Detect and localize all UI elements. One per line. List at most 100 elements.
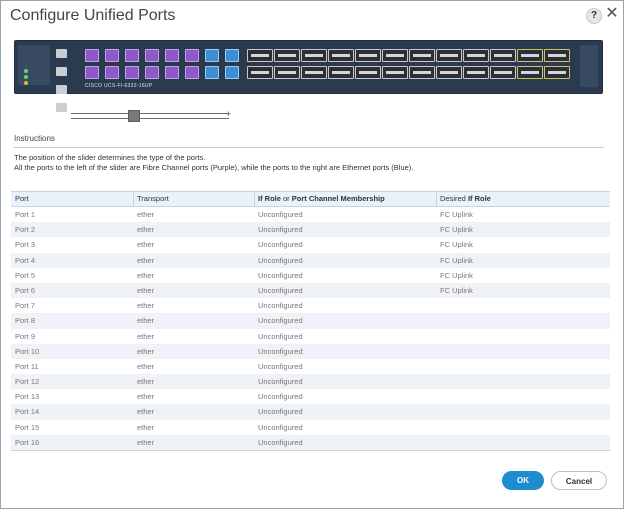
cell-transport: ether — [137, 407, 155, 417]
ethernet-port-icon — [382, 49, 408, 62]
table-row[interactable]: Port 1 ether Unconfigured FC Uplink — [11, 207, 610, 222]
mgmt-port-icon — [56, 103, 67, 112]
switch-port-icon — [145, 49, 159, 62]
ethernet-port-icon — [490, 66, 516, 79]
close-icon[interactable]: ✕ — [604, 5, 620, 23]
cell-port: Port 4 — [15, 255, 36, 265]
table-row[interactable]: Port 2 ether Unconfigured FC Uplink — [11, 222, 610, 238]
table-row[interactable]: Port 4 ether Unconfigured FC Uplink — [11, 252, 610, 268]
cell-role: Unconfigured — [258, 346, 303, 356]
table-row[interactable]: Port 6 ether Unconfigured FC Uplink — [11, 282, 610, 299]
cell-port: Port 12 — [15, 377, 40, 387]
instructions-heading: Instructions — [14, 134, 55, 143]
table-row[interactable]: Port 9 ether Unconfigured — [11, 329, 610, 344]
table-row[interactable]: Port 15 ether Unconfigured — [11, 420, 610, 435]
ethernet-port-icon — [274, 49, 300, 62]
header-desired-if-role[interactable]: Desired If Role — [436, 192, 491, 206]
table-row[interactable]: Port 11 ether Unconfigured — [11, 359, 610, 374]
cell-port: Port 15 — [15, 422, 40, 432]
status-led-icon — [24, 69, 28, 73]
cell-port: Port 2 — [15, 225, 36, 235]
ethernet-port-icon — [301, 49, 327, 62]
table-row[interactable]: Port 12 ether Unconfigured — [11, 374, 610, 390]
switch-model-label: CISCO UCS-FI-6332-16UP — [85, 83, 153, 89]
cell-transport: ether — [137, 255, 155, 265]
switch-port-icon — [105, 49, 119, 62]
cell-transport: ether — [137, 392, 155, 402]
instructions-line-2: All the ports to the left of the slider … — [14, 163, 414, 172]
configure-unified-ports-dialog: Configure Unified Ports ? ✕ CISCO UCS-FI… — [0, 0, 624, 509]
ethernet-port-icon — [436, 66, 462, 79]
table-row[interactable]: Port 3 ether Unconfigured FC Uplink — [11, 237, 610, 252]
cell-desired: FC Uplink — [440, 285, 473, 295]
title-bar: Configure Unified Ports ? ✕ — [1, 1, 623, 33]
switch-port-icon — [125, 49, 139, 62]
cell-desired: FC Uplink — [440, 210, 473, 219]
ports-table: Port Transport If Role or Port Channel M… — [11, 191, 610, 451]
divider — [14, 147, 604, 148]
table-row[interactable]: Port 13 ether Unconfigured — [11, 389, 610, 404]
table-row[interactable]: Port 14 ether Unconfigured — [11, 404, 610, 420]
header-pc-membership: Port Channel Membership — [291, 194, 385, 203]
switch-port-icon — [85, 49, 99, 62]
cell-desired: FC Uplink — [440, 270, 473, 280]
cell-port: Port 1 — [15, 210, 36, 219]
switch-port-icon — [205, 49, 219, 62]
cell-role: Unconfigured — [258, 225, 303, 235]
switch-port-icon — [185, 49, 199, 62]
management-ports — [55, 47, 79, 112]
slider-handle[interactable] — [128, 110, 140, 122]
ethernet-port-icon — [274, 66, 300, 79]
table-row[interactable]: Port 16 ether Unconfigured — [11, 434, 610, 450]
header-desired-role: If Role — [467, 194, 491, 203]
cell-role: Unconfigured — [258, 377, 303, 387]
ethernet-port-icon — [328, 66, 354, 79]
ethernet-port-icon — [247, 49, 273, 62]
cancel-button[interactable]: Cancel — [551, 471, 607, 490]
ethernet-port-icon — [463, 49, 489, 62]
cell-transport: ether — [137, 285, 155, 295]
ethernet-port-icon — [544, 49, 570, 62]
ethernet-port-icon — [463, 66, 489, 79]
switch-side-panel — [580, 45, 598, 87]
switch-port-icon — [145, 66, 159, 79]
cell-transport: ether — [137, 377, 155, 387]
switch-port-icon — [225, 66, 239, 79]
ok-button[interactable]: OK — [502, 471, 544, 490]
header-if-role-label: If Role — [258, 194, 281, 203]
mgmt-port-icon — [56, 67, 67, 76]
cell-port: Port 6 — [15, 285, 36, 295]
mgmt-port-icon — [56, 49, 67, 58]
status-led-icon — [24, 75, 28, 79]
table-row[interactable]: Port 5 ether Unconfigured FC Uplink — [11, 268, 610, 283]
header-port[interactable]: Port — [15, 192, 29, 206]
switch-port-grid — [85, 46, 571, 81]
ethernet-port-icon — [436, 49, 462, 62]
status-led-icon — [24, 81, 28, 85]
dialog-title: Configure Unified Ports — [10, 7, 176, 24]
cell-port: Port 10 — [15, 346, 40, 356]
table-row[interactable]: Port 10 ether Unconfigured — [11, 343, 610, 359]
cell-role: Unconfigured — [258, 270, 303, 280]
cell-transport: ether — [137, 361, 155, 371]
instructions-line-1: The position of the slider determines th… — [14, 153, 206, 162]
ethernet-port-icon — [328, 49, 354, 62]
cell-role: Unconfigured — [258, 422, 303, 432]
port-type-slider[interactable]: + — [71, 109, 231, 123]
cell-desired: FC Uplink — [440, 240, 473, 250]
table-row[interactable]: Port 8 ether Unconfigured — [11, 313, 610, 329]
cell-desired: FC Uplink — [440, 255, 473, 265]
cell-port: Port 8 — [15, 316, 36, 326]
table-row[interactable]: Port 7 ether Unconfigured — [11, 298, 610, 313]
cell-port: Port 11 — [15, 361, 39, 371]
cell-port: Port 16 — [15, 437, 40, 447]
ethernet-port-icon — [544, 66, 570, 79]
ethernet-port-icon — [517, 66, 543, 79]
cell-role: Unconfigured — [258, 210, 303, 219]
help-icon[interactable]: ? — [586, 8, 602, 24]
header-if-role[interactable]: If Role or Port Channel Membership — [254, 192, 385, 206]
cell-port: Port 3 — [15, 240, 36, 250]
ethernet-port-icon — [409, 49, 435, 62]
header-transport[interactable]: Transport — [133, 192, 169, 206]
ethernet-port-icon — [301, 66, 327, 79]
